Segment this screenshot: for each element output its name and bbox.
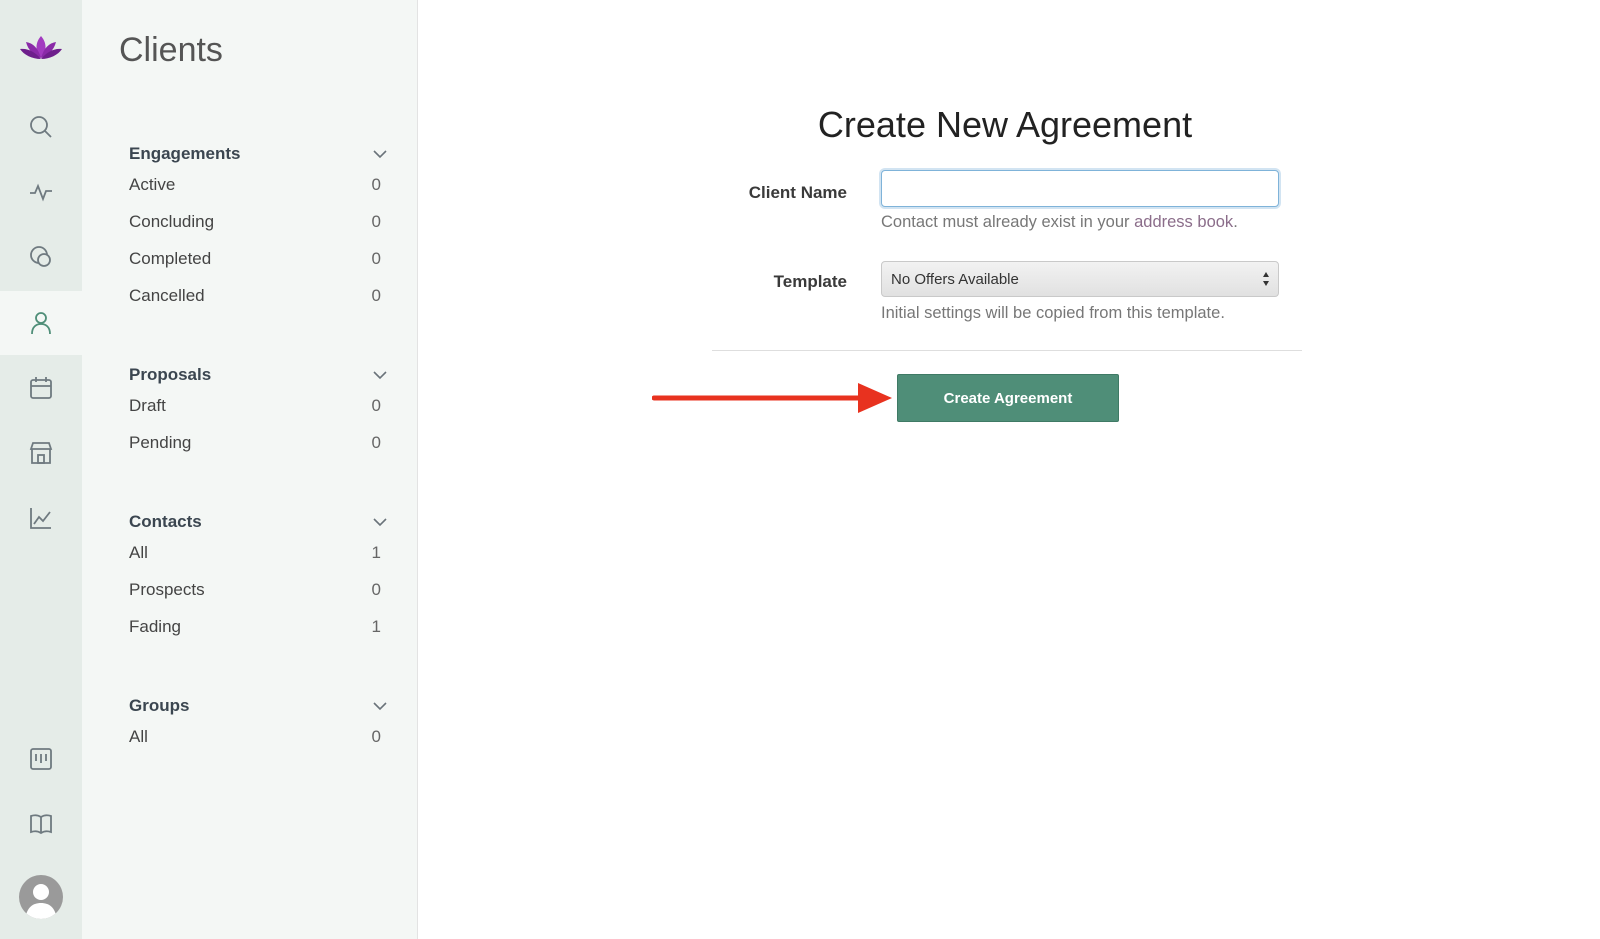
section-title: Groups [129,696,190,715]
sidebar-item-label: Concluding [129,212,215,231]
sidebar-item-label: Draft [129,396,166,415]
section-engagements: Engagements Active 0 Concluding 0 Comple… [82,142,418,314]
sidebar-item-count: 0 [371,249,381,268]
client-help-suffix: . [1233,213,1238,231]
sidebar-item-contacts-all[interactable]: All 1 [82,534,418,571]
address-book-link[interactable]: address book [1134,213,1233,231]
template-select[interactable]: No Offers Available [881,261,1279,297]
chevron-down-icon [373,702,387,711]
section-header-groups[interactable]: Groups [82,694,418,718]
sidebar-item-draft[interactable]: Draft 0 [82,387,418,424]
page-title: Create New Agreement [817,104,1193,145]
section-title: Contacts [129,512,202,531]
template-help: Initial settings will be copied from thi… [881,304,1225,322]
section-title: Proposals [129,365,212,384]
select-arrows-icon [1263,272,1269,286]
section-header-proposals[interactable]: Proposals [82,363,418,387]
form-divider [712,350,1302,351]
chevron-down-icon [373,150,387,159]
create-agreement-button[interactable]: Create Agreement [897,374,1119,422]
client-name-input[interactable] [881,170,1279,207]
sidebar-item-cancelled[interactable]: Cancelled 0 [82,277,418,314]
sidebar-item-count: 0 [371,212,381,231]
section-header-engagements[interactable]: Engagements [82,142,418,166]
template-select-value: No Offers Available [891,271,1019,288]
chat-icon[interactable] [0,225,82,289]
sidebar-item-concluding[interactable]: Concluding 0 [82,203,418,240]
book-icon[interactable] [0,792,82,856]
annotation-arrow-icon [652,383,892,413]
sidebar-item-count: 0 [371,396,381,415]
section-proposals: Proposals Draft 0 Pending 0 [82,363,418,461]
avatar[interactable] [19,875,63,919]
sidebar-item-count: 0 [371,175,381,194]
client-help-text: Contact must already exist in your [881,213,1135,231]
section-groups: Groups All 0 [82,694,418,755]
sidebar-item-active[interactable]: Active 0 [82,166,418,203]
sidebar-item-label: Prospects [129,580,205,599]
activity-icon[interactable] [0,160,82,224]
sidebar-item-label: All [129,543,148,562]
sidebar-item-label: Active [129,175,176,194]
chevron-down-icon [373,518,387,527]
person-icon[interactable] [0,291,82,355]
chevron-down-icon [373,371,387,380]
sidebar-item-label: Completed [129,249,212,268]
board-icon[interactable] [0,727,82,791]
lotus-logo[interactable] [19,34,63,64]
panel-divider [417,0,418,939]
sidebar-item-label: Cancelled [129,286,205,305]
section-header-contacts[interactable]: Contacts [82,510,418,534]
icon-rail [0,0,82,939]
sidebar-item-completed[interactable]: Completed 0 [82,240,418,277]
section-title: Engagements [129,144,241,163]
section-contacts: Contacts All 1 Prospects 0 Fading 1 [82,510,418,645]
sidebar-item-groups-all[interactable]: All 0 [82,718,418,755]
sidebar-item-count: 0 [371,433,381,452]
client-name-help: Contact must already exist in your addre… [881,213,1238,232]
sidebar-item-fading[interactable]: Fading 1 [82,608,418,645]
sidebar-item-count: 0 [371,286,381,305]
sidebar-item-count: 0 [371,580,381,599]
sidebar-item-pending[interactable]: Pending 0 [82,424,418,461]
sidebar-title: Clients [119,31,223,69]
sidebar-item-label: Pending [129,433,192,452]
chart-icon[interactable] [0,486,82,550]
sidebar-item-count: 1 [371,543,381,562]
search-icon[interactable] [0,95,82,159]
clients-sidebar: Clients Engagements Active 0 Concluding … [82,0,418,939]
client-name-label: Client Name [748,183,847,202]
sidebar-item-prospects[interactable]: Prospects 0 [82,571,418,608]
calendar-icon[interactable] [0,356,82,420]
template-label: Template [773,272,847,291]
sidebar-item-label: Fading [129,617,181,636]
sidebar-item-count: 1 [371,617,381,636]
store-icon[interactable] [0,421,82,485]
sidebar-item-count: 0 [371,727,381,746]
sidebar-item-label: All [129,727,148,746]
